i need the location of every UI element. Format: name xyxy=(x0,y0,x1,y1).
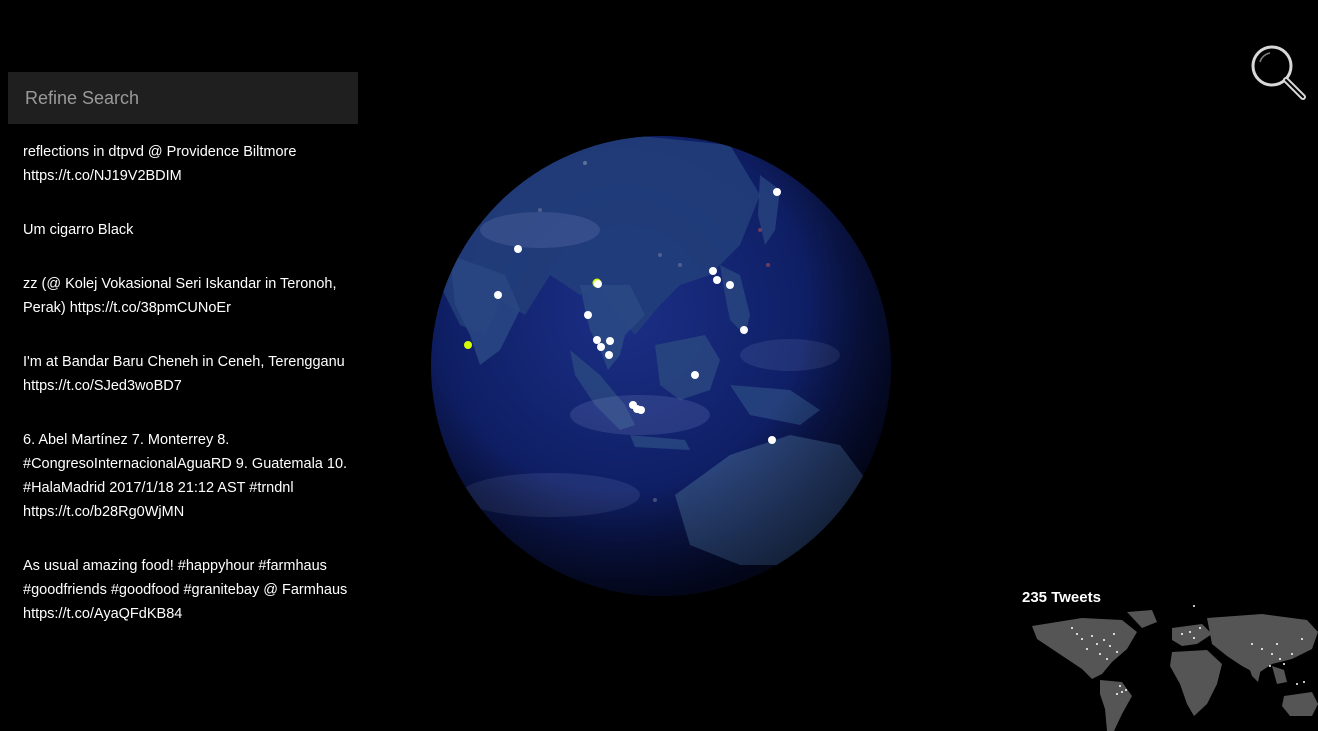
tweet-marker[interactable] xyxy=(726,281,734,289)
tweet-marker[interactable] xyxy=(637,406,645,414)
tweet-item[interactable]: I'm at Bandar Baru Cheneh in Ceneh, Tere… xyxy=(23,350,353,398)
globe[interactable] xyxy=(430,135,892,597)
tweet-marker[interactable] xyxy=(605,351,613,359)
tweet-marker[interactable] xyxy=(593,336,601,344)
globe-shade xyxy=(431,136,891,596)
magnifier-icon[interactable] xyxy=(1248,42,1308,102)
tweet-item[interactable]: reflections in dtpvd @ Providence Biltmo… xyxy=(23,140,353,188)
tweet-list: reflections in dtpvd @ Providence Biltmo… xyxy=(23,140,353,656)
tweet-item[interactable]: Um cigarro Black xyxy=(23,218,353,242)
tweet-marker[interactable] xyxy=(514,245,522,253)
tweet-marker[interactable] xyxy=(740,326,748,334)
search-box[interactable] xyxy=(8,72,358,124)
tweet-marker[interactable] xyxy=(713,276,721,284)
tweet-marker[interactable] xyxy=(494,291,502,299)
tweet-item[interactable]: zz (@ Kolej Vokasional Seri Iskandar in … xyxy=(23,272,353,320)
tweet-item[interactable]: As usual amazing food! #happyhour #farmh… xyxy=(23,554,353,626)
search-input[interactable] xyxy=(23,86,343,110)
app-root: reflections in dtpvd @ Providence Biltmo… xyxy=(0,0,1318,731)
tweet-marker[interactable] xyxy=(691,371,699,379)
tweet-marker[interactable] xyxy=(606,337,614,345)
tweet-marker-highlight[interactable] xyxy=(464,341,472,349)
tweet-marker[interactable] xyxy=(773,188,781,196)
tweet-marker[interactable] xyxy=(709,267,717,275)
tweet-marker[interactable] xyxy=(594,280,602,288)
tweet-item[interactable]: 6. Abel Martínez 7. Monterrey 8. #Congre… xyxy=(23,428,353,524)
tweet-marker[interactable] xyxy=(768,436,776,444)
tweet-marker[interactable] xyxy=(584,311,592,319)
mini-world-map[interactable] xyxy=(1022,604,1318,731)
tweet-marker[interactable] xyxy=(597,343,605,351)
